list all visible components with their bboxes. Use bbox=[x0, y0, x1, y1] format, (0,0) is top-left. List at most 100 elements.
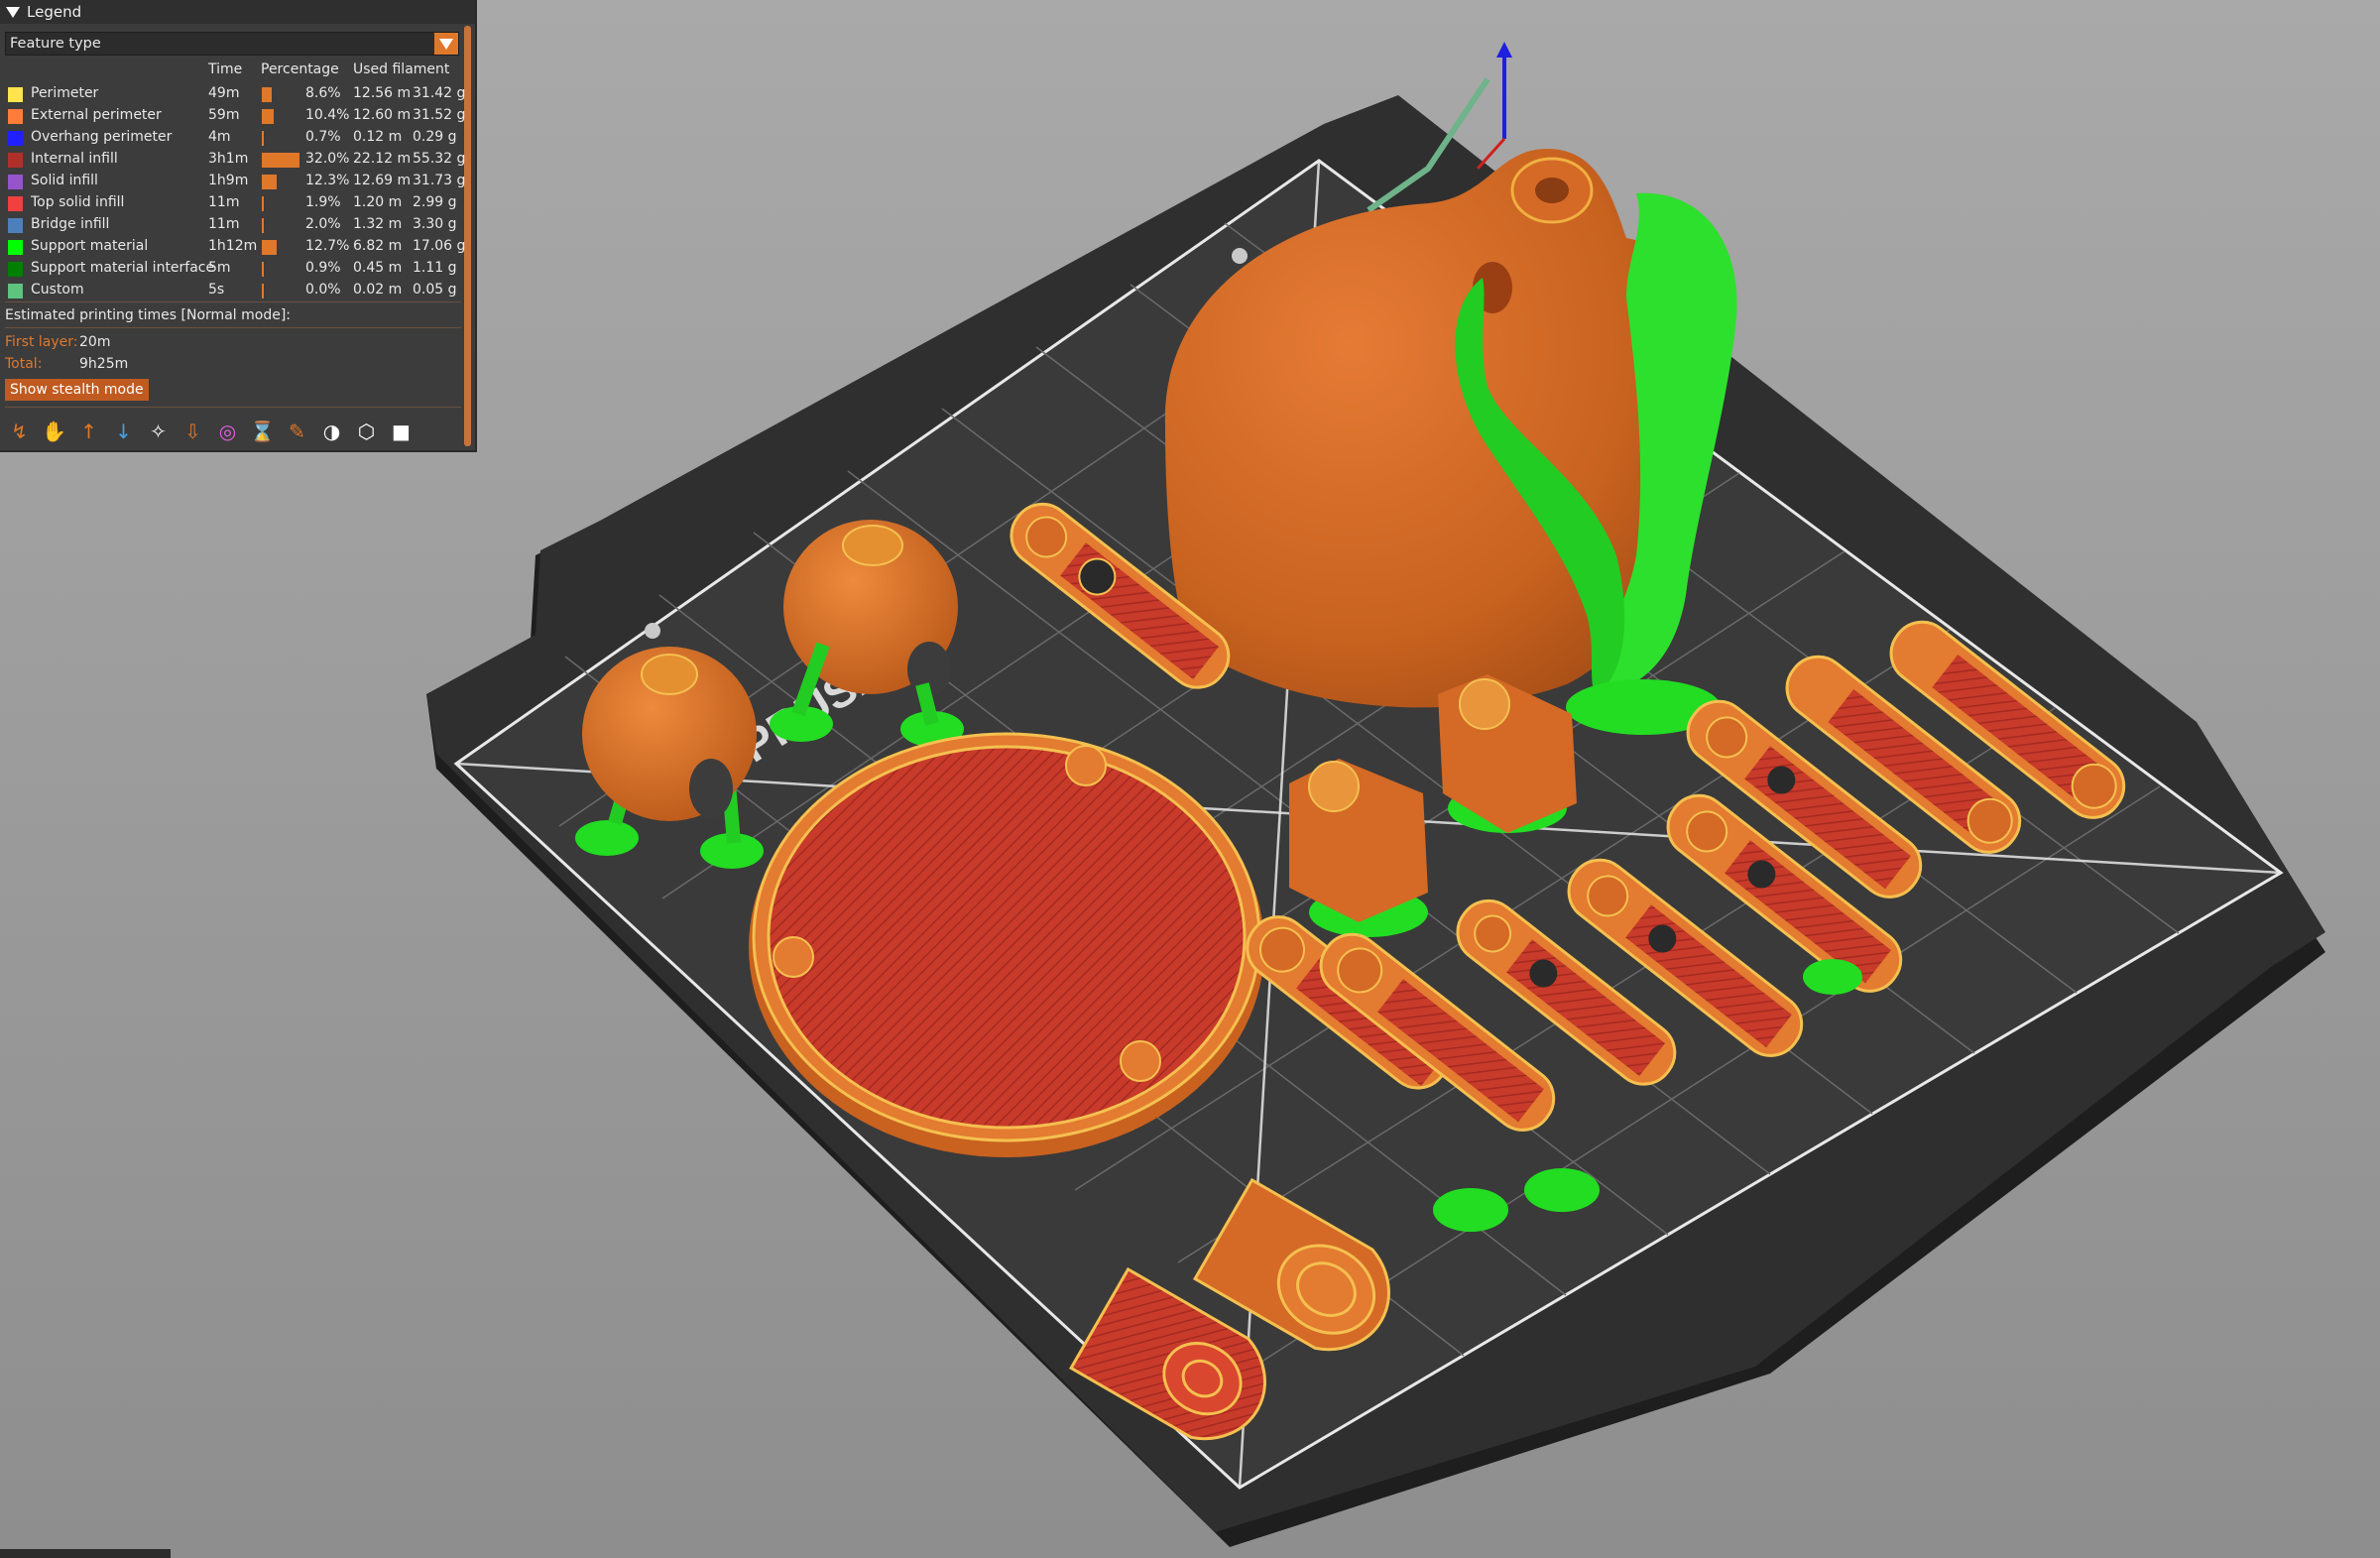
feature-name: Bridge infill bbox=[31, 216, 110, 232]
feature-time: 4m bbox=[208, 129, 231, 145]
tool-changes-icon[interactable]: ⇩ bbox=[178, 417, 207, 445]
feature-grams: 55.32 g bbox=[413, 151, 466, 167]
show-stealth-mode-button[interactable]: Show stealth mode bbox=[5, 379, 149, 401]
color-swatch bbox=[8, 196, 23, 211]
legend-row[interactable]: Perimeter 49m 8.6% 12.56 m 31.42 g bbox=[0, 83, 466, 105]
feature-grams: 0.29 g bbox=[413, 129, 457, 145]
dropdown-arrow-icon[interactable] bbox=[434, 33, 458, 55]
percentage-bar bbox=[262, 153, 299, 168]
feature-name: Perimeter bbox=[31, 85, 99, 101]
feature-meters: 0.02 m bbox=[353, 282, 403, 298]
legend-row[interactable]: Top solid infill 11m 1.9% 1.20 m 2.99 g bbox=[0, 192, 466, 214]
feature-percentage: 12.7% bbox=[305, 238, 350, 254]
legend-row[interactable]: Support material interface 5m 0.9% 0.45 m 1.… bbox=[0, 258, 466, 280]
feature-meters: 0.45 m bbox=[353, 260, 403, 276]
percentage-bar bbox=[262, 175, 277, 189]
color-swatch bbox=[8, 218, 23, 233]
feature-time: 5m bbox=[208, 260, 231, 276]
legend-row[interactable]: Custom 5s 0.0% 0.02 m 0.05 g bbox=[0, 280, 466, 301]
percentage-bar bbox=[262, 262, 264, 277]
feature-grams: 0.05 g bbox=[413, 282, 457, 298]
feature-grams: 1.11 g bbox=[413, 260, 457, 276]
retractions-icon[interactable]: ↑ bbox=[74, 417, 103, 445]
view-type-value: Feature type bbox=[10, 36, 101, 52]
round-disc-model bbox=[749, 732, 1264, 1157]
percentage-bar bbox=[262, 284, 264, 299]
feature-meters: 0.12 m bbox=[353, 129, 403, 145]
feature-time: 3h1m bbox=[208, 151, 249, 167]
feature-grams: 3.30 g bbox=[413, 216, 457, 232]
col-used-filament-header: Used filament bbox=[353, 61, 450, 77]
wipe-icon[interactable]: ✋ bbox=[40, 417, 68, 445]
feature-name: External perimeter bbox=[31, 107, 162, 123]
feature-meters: 22.12 m bbox=[353, 151, 412, 167]
col-time-header: Time bbox=[208, 61, 243, 77]
feature-time: 59m bbox=[208, 107, 240, 123]
shells-icon[interactable]: ⬡ bbox=[352, 417, 381, 445]
legend-separator bbox=[5, 327, 461, 328]
color-swatch bbox=[8, 240, 23, 255]
view-type-select[interactable]: Feature type bbox=[5, 32, 459, 56]
legend-panel: Legend Feature type Time Percentage Used… bbox=[0, 0, 477, 452]
legend-row[interactable]: Internal infill 3h1m 32.0% 22.12 m 55.32 g bbox=[0, 149, 466, 171]
legend-row[interactable]: Support material 1h12m 12.7% 6.82 m 17.06 g bbox=[0, 236, 466, 258]
feature-name: Custom bbox=[31, 282, 84, 298]
percentage-bar bbox=[262, 240, 277, 255]
feature-meters: 1.20 m bbox=[353, 194, 403, 210]
travel-icon[interactable]: ↯ bbox=[5, 417, 34, 445]
feature-time: 5s bbox=[208, 282, 225, 298]
seams-icon[interactable]: ✧ bbox=[144, 417, 173, 445]
feature-percentage: 1.9% bbox=[305, 194, 341, 210]
pause-prints-icon[interactable]: ⌛ bbox=[248, 417, 277, 445]
first-layer-label: First layer: bbox=[5, 334, 78, 350]
percentage-bar bbox=[262, 109, 274, 124]
legend-row[interactable]: Solid infill 1h9m 12.3% 12.69 m 31.73 g bbox=[0, 171, 466, 192]
legend-row[interactable]: Bridge infill 11m 2.0% 1.32 m 3.30 g bbox=[0, 214, 466, 236]
feature-name: Support material interface bbox=[31, 260, 215, 276]
percentage-bar bbox=[262, 218, 264, 233]
color-swatch bbox=[8, 87, 23, 102]
color-swatch bbox=[8, 153, 23, 168]
feature-time: 11m bbox=[208, 216, 240, 232]
legend-separator bbox=[5, 301, 461, 302]
feature-name: Support material bbox=[31, 238, 149, 254]
percentage-bar bbox=[262, 196, 264, 211]
feature-percentage: 0.7% bbox=[305, 129, 341, 145]
custom-gcodes-icon[interactable]: ✎ bbox=[283, 417, 311, 445]
color-changes-icon[interactable]: ◎ bbox=[213, 417, 242, 445]
percentage-bar bbox=[262, 131, 264, 146]
estimated-times-label: Estimated printing times [Normal mode]: bbox=[5, 307, 291, 323]
feature-grams: 31.42 g bbox=[413, 85, 466, 101]
feature-time: 1h12m bbox=[208, 238, 258, 254]
feature-grams: 2.99 g bbox=[413, 194, 457, 210]
feature-name: Solid infill bbox=[31, 173, 98, 188]
color-swatch bbox=[8, 109, 23, 124]
center-of-gravity-icon[interactable]: ◑ bbox=[317, 417, 346, 445]
legend-row[interactable]: External perimeter 59m 10.4% 12.60 m 31.52 g bbox=[0, 105, 466, 127]
feature-time: 49m bbox=[208, 85, 240, 101]
feature-name: Overhang perimeter bbox=[31, 129, 173, 145]
bottom-panel-tab[interactable] bbox=[0, 1549, 171, 1558]
color-swatch bbox=[8, 175, 23, 189]
feature-name: Internal infill bbox=[31, 151, 118, 167]
color-swatch bbox=[8, 284, 23, 299]
total-value: 9h25m bbox=[79, 356, 129, 372]
feature-percentage: 0.0% bbox=[305, 282, 341, 298]
feature-grams: 31.73 g bbox=[413, 173, 466, 188]
feature-meters: 6.82 m bbox=[353, 238, 403, 254]
feature-grams: 17.06 g bbox=[413, 238, 466, 254]
legend-row[interactable]: Overhang perimeter 4m 0.7% 0.12 m 0.29 g bbox=[0, 127, 466, 149]
total-label: Total: bbox=[5, 356, 43, 372]
feature-time: 1h9m bbox=[208, 173, 249, 188]
feature-meters: 12.69 m bbox=[353, 173, 412, 188]
first-layer-value: 20m bbox=[79, 334, 111, 350]
tool-marker-icon[interactable]: ■ bbox=[387, 417, 416, 445]
deretractions-icon[interactable]: ↓ bbox=[109, 417, 138, 445]
collapse-triangle-icon[interactable] bbox=[6, 6, 20, 18]
feature-time: 11m bbox=[208, 194, 240, 210]
feature-meters: 1.32 m bbox=[353, 216, 403, 232]
feature-meters: 12.56 m bbox=[353, 85, 412, 101]
legend-header[interactable]: Legend bbox=[0, 0, 475, 24]
feature-percentage: 8.6% bbox=[305, 85, 341, 101]
feature-meters: 12.60 m bbox=[353, 107, 412, 123]
